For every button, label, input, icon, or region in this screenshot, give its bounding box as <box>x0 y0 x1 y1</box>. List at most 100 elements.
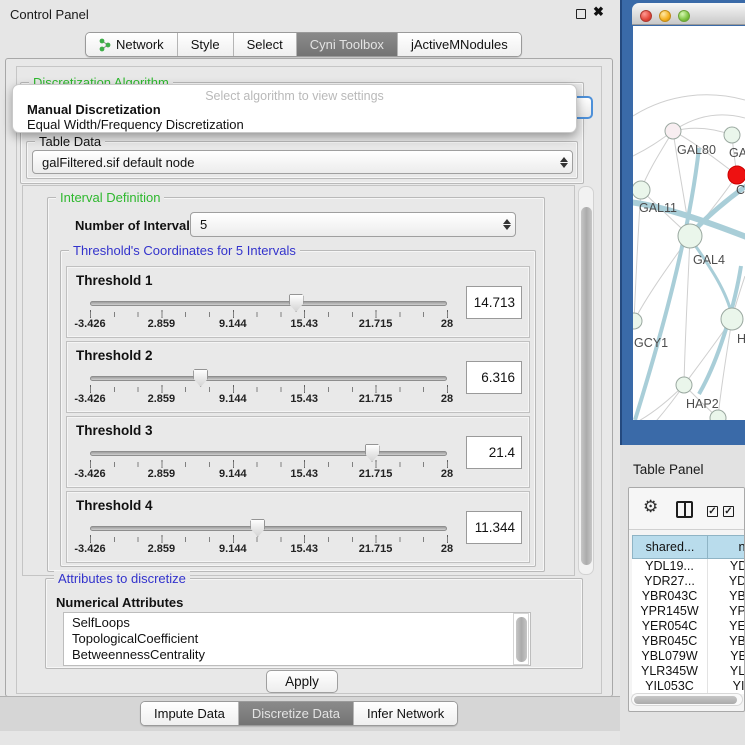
table-data-title: Table Data <box>35 134 105 149</box>
table-cell[interactable]: YDL1 <box>708 559 745 574</box>
table-toolbar: ⚙ ✓ ✓ <box>629 488 744 530</box>
table-cell[interactable]: YDL19... <box>632 559 708 574</box>
combo-stepper-icon[interactable] <box>556 157 572 168</box>
checkbox-checked-icon[interactable]: ✓ <box>723 506 734 517</box>
tab-network[interactable]: Network <box>86 33 178 56</box>
network-node[interactable] <box>676 377 692 393</box>
combo-stepper-icon[interactable] <box>499 219 515 230</box>
algorithm-option[interactable]: Manual Discretization <box>15 102 574 117</box>
table-cell[interactable]: YBL0 <box>708 649 745 664</box>
table-cell[interactable]: YIL053C <box>632 679 708 694</box>
table-row[interactable]: YBR043CYBR0 <box>632 589 745 604</box>
slider-track[interactable] <box>90 451 447 456</box>
tick-label: 15.43 <box>290 318 318 330</box>
threshold-value-field[interactable]: 6.316 <box>466 361 522 394</box>
network-node[interactable] <box>724 127 740 143</box>
network-node[interactable] <box>665 123 681 139</box>
table-cell[interactable]: YDR2 <box>708 574 745 589</box>
network-edge <box>633 95 745 116</box>
threshold-block: Threshold 4-3.4262.8599.14415.4321.71528… <box>66 491 530 563</box>
scrollbar-thumb[interactable] <box>516 617 527 662</box>
table-row[interactable]: YIL053CYIL0 <box>632 679 745 694</box>
table-cell[interactable]: YBR043C <box>632 589 708 604</box>
table-cell[interactable]: YBR0 <box>708 589 745 604</box>
checkbox-checked-icon[interactable]: ✓ <box>707 506 718 517</box>
table-cell[interactable]: YBL079W <box>632 649 708 664</box>
slider-track[interactable] <box>90 301 447 306</box>
table-cell[interactable]: YPR1 <box>708 604 745 619</box>
traffic-light-close-icon[interactable] <box>640 10 652 22</box>
network-node[interactable] <box>633 313 642 329</box>
tab-cyni-toolbox[interactable]: Cyni Toolbox <box>297 33 398 56</box>
slider-track[interactable] <box>90 526 447 531</box>
table-cell[interactable]: YER054C <box>632 619 708 634</box>
network-node[interactable] <box>710 410 726 420</box>
attributes-list-scrollbar[interactable] <box>513 613 529 665</box>
table-cell[interactable]: YDR27... <box>632 574 708 589</box>
threshold-value-field[interactable]: 21.4 <box>466 436 522 469</box>
close-icon[interactable]: ✖ <box>593 4 604 20</box>
algorithm-option[interactable]: Equal Width/Frequency Discretization <box>15 117 574 132</box>
table-cell[interactable]: YBR0 <box>708 634 745 649</box>
slider-minor-ticks <box>90 462 448 467</box>
table-cell[interactable]: YIL0 <box>708 679 745 694</box>
tab-style[interactable]: Style <box>178 33 234 56</box>
table-row[interactable]: YDR27...YDR2 <box>632 574 745 589</box>
node-table: shared...na YDL19...YDL1YDR27...YDR2YBR0… <box>632 535 745 694</box>
attribute-list-item[interactable]: SelfLoops <box>72 615 530 631</box>
table-row[interactable]: YBL079WYBL0 <box>632 649 745 664</box>
gear-icon[interactable]: ⚙ <box>643 497 658 517</box>
control-panel-tab-bar: NetworkStyleSelectCyni ToolboxjActiveMNo… <box>85 32 522 57</box>
numerical-attributes-list[interactable]: SelfLoopsTopologicalCoefficientBetweenne… <box>63 612 531 666</box>
column-header[interactable]: na <box>708 535 745 559</box>
slider-track[interactable] <box>90 376 447 381</box>
tab-impute-data[interactable]: Impute Data <box>141 702 239 725</box>
table-cell[interactable]: YLR345W <box>632 664 708 679</box>
network-node[interactable] <box>728 166 745 184</box>
column-header[interactable]: shared... <box>632 535 708 559</box>
tab-infer-network[interactable]: Infer Network <box>354 702 457 725</box>
table-horizontal-scrollbar[interactable] <box>631 693 743 706</box>
threshold-value-field[interactable]: 11.344 <box>466 511 522 544</box>
scrollbar-thumb[interactable] <box>634 696 737 704</box>
network-node[interactable] <box>678 224 702 248</box>
threshold-label: Threshold 3 <box>76 423 153 438</box>
traffic-light-zoom-icon[interactable] <box>678 10 690 22</box>
table-row[interactable]: YPR145WYPR1 <box>632 604 745 619</box>
tab-discretize-data[interactable]: Discretize Data <box>239 702 354 725</box>
network-node[interactable] <box>721 308 743 330</box>
number-of-intervals-value: 5 <box>191 217 499 232</box>
tab-select[interactable]: Select <box>234 33 297 56</box>
tab-label: Impute Data <box>154 706 225 721</box>
network-window-titlebar[interactable] <box>632 3 745 25</box>
threshold-block: Threshold 2-3.4262.8599.14415.4321.71528… <box>66 341 530 413</box>
table-cell[interactable]: YLR3 <box>708 664 745 679</box>
network-node[interactable] <box>633 181 650 199</box>
table-cell[interactable]: YPR145W <box>632 604 708 619</box>
attribute-list-item[interactable]: BetweennessCentrality <box>72 647 530 663</box>
network-canvas[interactable]: GAL80GACGAL11GAL4GCY1HHAP2 <box>633 26 745 420</box>
table-panel-body: ⚙ ✓ ✓ shared...na YDL19...YDL1YDR27...YD… <box>628 487 745 712</box>
settings-vertical-scrollbar[interactable] <box>578 186 594 575</box>
attribute-list-item[interactable]: TopologicalCoefficient <box>72 631 530 647</box>
table-row[interactable]: YER054CYER0 <box>632 619 745 634</box>
table-cell[interactable]: YER0 <box>708 619 745 634</box>
slider-minor-ticks <box>90 387 448 392</box>
float-window-icon[interactable] <box>576 9 586 19</box>
apply-button[interactable]: Apply <box>266 670 338 693</box>
traffic-light-minimize-icon[interactable] <box>659 10 671 22</box>
scrollbar-thumb[interactable] <box>581 207 592 565</box>
table-cell[interactable]: YBR045C <box>632 634 708 649</box>
number-of-intervals-combobox[interactable]: 5 <box>190 212 516 237</box>
algorithm-hint-text: Select algorithm to view settings <box>13 89 576 103</box>
tick-label: 21.715 <box>359 393 393 405</box>
tab-jactivemnodules[interactable]: jActiveMNodules <box>398 33 521 56</box>
tick-label: -3.426 <box>74 468 105 480</box>
table-row[interactable]: YBR045CYBR0 <box>632 634 745 649</box>
table-row[interactable]: YLR345WYLR3 <box>632 664 745 679</box>
table-row[interactable]: YDL19...YDL1 <box>632 559 745 574</box>
threshold-value-field[interactable]: 14.713 <box>466 286 522 319</box>
network-edge <box>690 238 732 316</box>
table-data-combobox[interactable]: galFiltered.sif default node <box>32 150 573 174</box>
columns-icon[interactable] <box>676 501 693 518</box>
